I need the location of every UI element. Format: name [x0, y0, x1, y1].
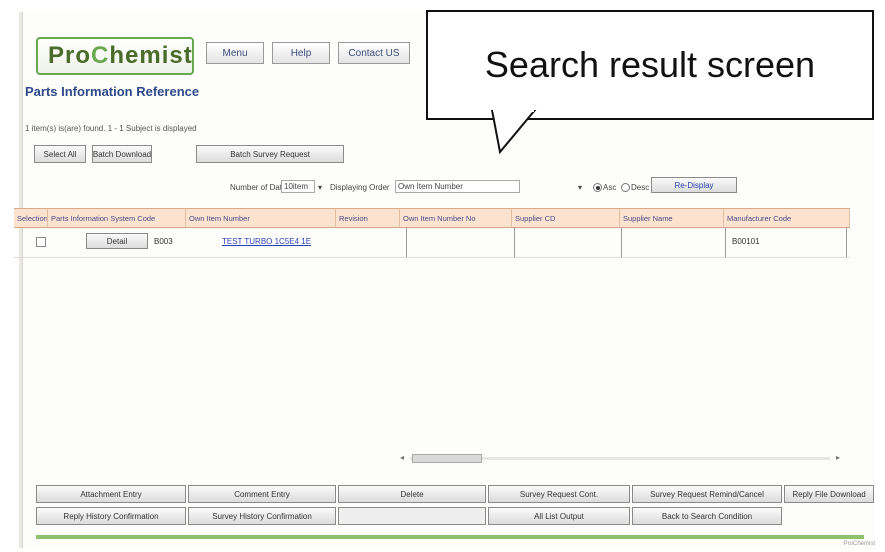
callout-text: Search result screen [484, 44, 816, 85]
survey-request-remind-button[interactable]: Survey Request Remind/Cancel [632, 485, 782, 503]
reply-history-button[interactable]: Reply History Confirmation [36, 507, 186, 525]
horizontal-scrollbar[interactable]: ◂ ▸ [400, 453, 840, 464]
logo-pro: Pro [48, 42, 92, 69]
order-dropdown-arrow-icon[interactable]: ▾ [578, 183, 582, 192]
asc-radio[interactable] [593, 183, 602, 192]
number-dropdown-arrow-icon[interactable]: ▾ [318, 183, 322, 192]
row-cell-divider [514, 227, 515, 257]
displaying-order-select[interactable]: Own Item Number [395, 180, 520, 193]
select-all-button[interactable]: Select All [34, 145, 86, 163]
detail-button[interactable]: Detail [86, 233, 148, 249]
delete-button[interactable]: Delete [338, 485, 486, 503]
number-of-data-value: 10item [284, 182, 309, 191]
window-edge [19, 12, 22, 548]
number-of-data-select[interactable]: 10item [281, 180, 315, 193]
row-cell-divider [846, 227, 847, 257]
col-selection[interactable]: Selection [14, 209, 48, 227]
col-own-item-number[interactable]: Own Item Number [186, 209, 336, 227]
reply-file-download-button[interactable]: Reply File Download [784, 485, 874, 503]
back-to-search-button[interactable]: Back to Search Condition [632, 507, 782, 525]
blank-button [338, 507, 486, 525]
prochemist-logo[interactable]: Pro Chemist [36, 37, 194, 75]
attachment-entry-button[interactable]: Attachment Entry [36, 485, 186, 503]
redisplay-button[interactable]: Re-Display [651, 177, 737, 193]
batch-survey-request-button[interactable]: Batch Survey Request [196, 145, 344, 163]
scroll-thumb[interactable] [412, 454, 482, 463]
displaying-order-value: Own Item Number [398, 182, 463, 191]
callout-tail [490, 110, 537, 155]
scroll-right-arrow-icon[interactable]: ▸ [836, 453, 840, 462]
number-of-data-label: Number of Data [230, 183, 287, 192]
contact-us-button[interactable]: Contact US [338, 42, 410, 64]
table-row: Detail B003 TEST TURBO 1C5E4 1E B00101 [14, 227, 850, 258]
col-own-item-number-no[interactable]: Own Item Number No [400, 209, 512, 227]
callout-box: Search result screen [426, 10, 874, 120]
comment-entry-button[interactable]: Comment Entry [188, 485, 336, 503]
survey-history-button[interactable]: Survey History Confirmation [188, 507, 336, 525]
col-supplier-name[interactable]: Supplier Name [620, 209, 724, 227]
menu-button[interactable]: Menu [206, 42, 264, 64]
row-select-checkbox[interactable] [36, 237, 46, 247]
row-system-code: B003 [154, 237, 173, 246]
row-cell-divider [621, 227, 622, 257]
footer-bar [36, 535, 864, 539]
row-own-item-number-link[interactable]: TEST TURBO 1C5E4 1E [222, 237, 311, 246]
col-manufacturer-code[interactable]: Manufacturer Code [724, 209, 850, 227]
asc-label: Asc [603, 183, 617, 192]
desc-radio[interactable] [621, 183, 630, 192]
logo-rest: hemist [109, 42, 193, 69]
col-supplier-cd[interactable]: Supplier CD [512, 209, 620, 227]
footer-text: ProChemist [843, 541, 875, 547]
help-button[interactable]: Help [272, 42, 330, 64]
page-title: Parts Information Reference [25, 84, 200, 99]
all-list-output-button[interactable]: All List Output [488, 507, 630, 525]
desc-label: Desc [631, 183, 650, 192]
row-cell-divider [406, 227, 407, 257]
col-system-code[interactable]: Parts Information System Code [48, 209, 186, 227]
result-table-header: Selection Parts Information System Code … [14, 208, 850, 228]
survey-request-cont-button[interactable]: Survey Request Cont. [488, 485, 630, 503]
batch-download-button[interactable]: Batch Download [92, 145, 152, 163]
row-manufacturer-code: B00101 [732, 237, 760, 246]
scroll-left-arrow-icon[interactable]: ◂ [400, 453, 404, 462]
logo-c: C [91, 42, 110, 69]
result-count-note: 1 item(s) is(are) found. 1 - 1 Subject i… [25, 124, 197, 133]
col-revision[interactable]: Revision [336, 209, 400, 227]
displaying-order-label: Displaying Order [330, 183, 390, 192]
row-cell-divider [725, 227, 726, 257]
